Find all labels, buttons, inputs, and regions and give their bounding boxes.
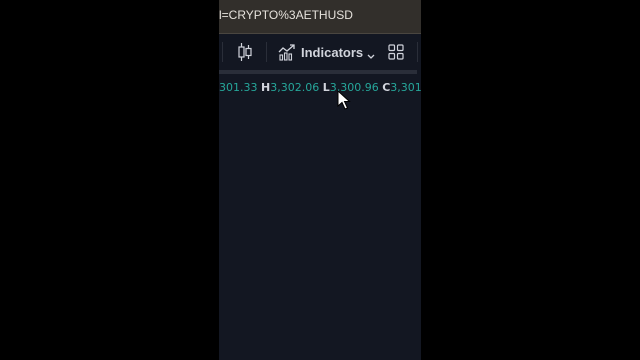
toolbar-divider [219, 70, 417, 74]
layout-button[interactable] [388, 40, 404, 64]
toolbar-separator [417, 42, 418, 62]
indicators-button[interactable]: Indicators [278, 40, 363, 64]
high-key: H [261, 81, 271, 94]
open-value: 301.33 [219, 81, 258, 94]
indicators-label: Indicators [301, 44, 364, 60]
grid-layout-icon [388, 44, 404, 60]
chart-canvas[interactable] [219, 100, 421, 360]
close-value: 3,301.51 [390, 81, 421, 94]
address-bar[interactable]: l=CRYPTO%3AETHUSD [219, 0, 421, 34]
toolbar-separator [222, 42, 223, 62]
indicators-chart-icon [278, 43, 296, 61]
low-key: L [322, 81, 330, 94]
high-value: 3,302.06 [270, 81, 320, 94]
ohlc-legend: 301.33 H3,302.06 L3,300.96 C3,301.51 [219, 81, 421, 94]
chart-type-button[interactable] [237, 40, 253, 64]
url-text[interactable]: l=CRYPTO%3AETHUSD [219, 8, 353, 22]
mouse-cursor-icon [337, 90, 351, 110]
chevron-down-icon[interactable] [367, 47, 375, 65]
chart-toolbar: Indicators [219, 34, 421, 70]
toolbar-separator [266, 42, 267, 62]
browser-viewport: l=CRYPTO%3AETHUSD Indicators 301.33 H3,3… [219, 0, 421, 360]
candlestick-icon [237, 42, 253, 62]
